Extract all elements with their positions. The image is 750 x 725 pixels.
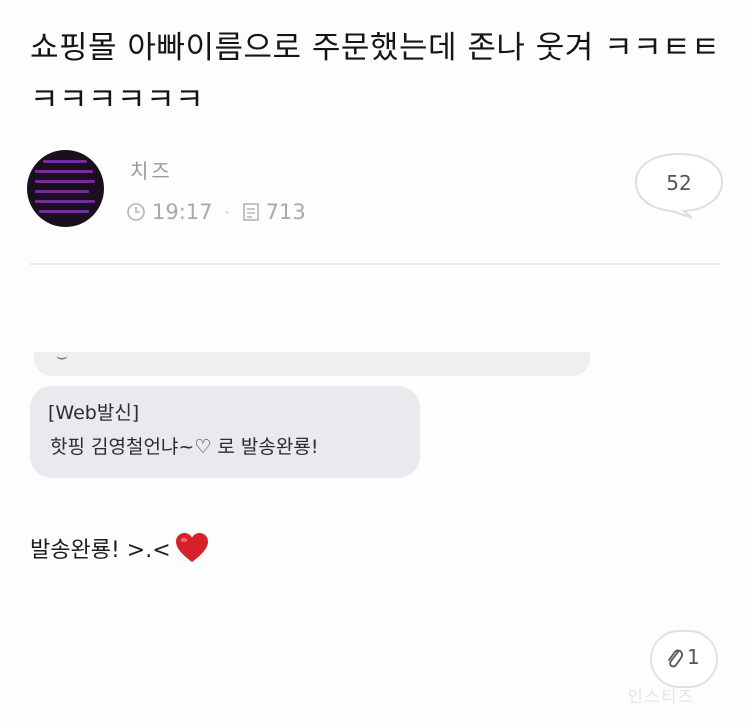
site-watermark: 인스티즈 (628, 687, 695, 706)
post-time: 19:17 (152, 200, 213, 224)
meta-separator: · (224, 202, 230, 222)
author-avatar[interactable] (27, 150, 104, 227)
previous-message-bubble: ⌣ (34, 346, 590, 376)
attachment-count[interactable]: 1 (687, 645, 700, 669)
comment-count[interactable]: 52 (632, 150, 726, 216)
header-divider (30, 263, 720, 265)
paperclip-icon[interactable] (665, 647, 685, 671)
view-count: 713 (265, 200, 306, 224)
post-meta: 19:17 · 713 (126, 200, 306, 224)
post-page: 쇼핑몰 아빠이름으로 주문했는데 존나 웃겨 ㅋㅋㅌㅌㅋㅋㅋㅋㅋㅋ 치즈 19:… (0, 0, 750, 725)
post-title: 쇼핑몰 아빠이름으로 주문했는데 존나 웃겨 ㅋㅋㅌㅌㅋㅋㅋㅋㅋㅋ (30, 30, 721, 118)
author-name[interactable]: 치즈 (130, 155, 173, 184)
clock-icon (127, 203, 145, 221)
sms-header: [Web발신] (48, 402, 140, 424)
reply-text: 발송완룡! >.< (30, 538, 171, 563)
views-icon (242, 203, 259, 221)
red-heart-emoji-icon (175, 533, 208, 562)
post-body-text: 발송완룡! >.< (30, 532, 209, 564)
sms-body: 핫핑 김영철언냐~♡ 로 발송완룡! (50, 436, 319, 458)
